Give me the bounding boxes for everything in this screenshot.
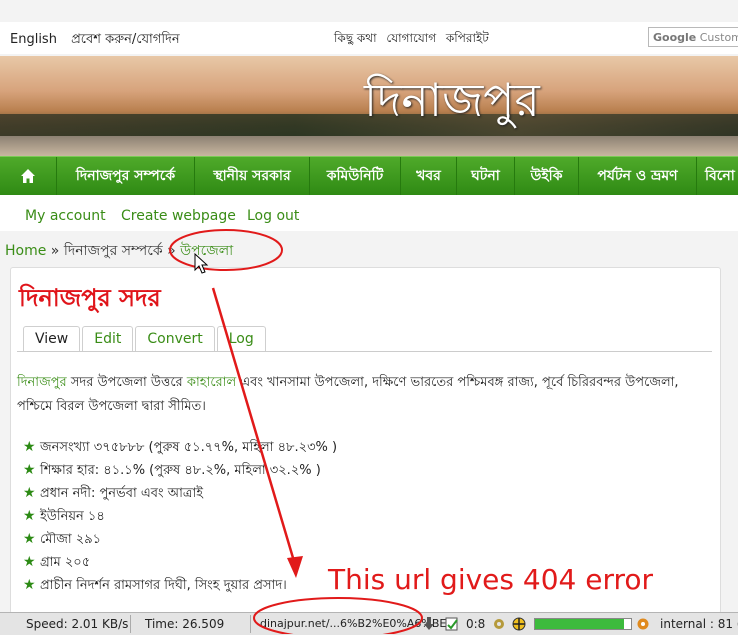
tab-view[interactable]: View — [23, 326, 81, 351]
list-item: ★ প্রাচীন নিদর্শন রামসাগর দিঘী, সিংহ দুয়… — [23, 574, 337, 597]
nav-item-local-govt[interactable]: স্থানীয় সরকার — [195, 157, 310, 195]
google-search-input[interactable]: Google Custom S — [648, 27, 738, 47]
list-item: ★ প্রধান নদী: পুনর্ভবা এবং আত্রাই — [23, 482, 337, 505]
top-left-links: English প্রবেশ করুন/যোগদিন — [10, 30, 190, 51]
site-title[interactable]: দিনাজপুর — [364, 66, 540, 142]
internal-readout: internal : 81 (81 — [660, 617, 738, 631]
language-link[interactable]: English — [10, 32, 57, 47]
time-readout: Time: 26.509 — [145, 617, 225, 631]
star-icon: ★ — [23, 439, 36, 455]
crash-test-icon[interactable] — [512, 617, 526, 634]
list-item: ★ ইউনিয়ন ১৪ — [23, 505, 337, 528]
breadcrumb-sep: » — [167, 243, 176, 259]
connection-count: 0:8 — [466, 617, 486, 631]
download-progress-bar — [534, 618, 632, 630]
page-title: দিনাজপুর সদর — [19, 284, 161, 312]
top-bar: English প্রবেশ করুন/যোগদিন কিছু কথা যোগা… — [0, 22, 738, 54]
main-nav: দিনাজপুর সম্পর্কে স্থানীয় সরকার কমিউনিট… — [0, 156, 738, 196]
status-url: dinajpur.net/...6%B2%E0%A6%BE — [260, 617, 447, 630]
list-item: ★ জনসংখ্যা ৩৭৫৮৮৮ (পুরুষ ৫১.৭৭%, মহিলা ৪৮… — [23, 436, 337, 459]
tab-log[interactable]: Log — [216, 326, 266, 351]
list-item: ★ মৌজা ২৯১ — [23, 528, 337, 551]
fact-literacy: শিক্ষার হার: ৪১.১% (পুরুষ ৪৮.২%, মহিলা ৩… — [40, 463, 321, 478]
nav-item-tourism[interactable]: পর্যটন ও ভ্রমণ — [579, 157, 697, 195]
logout-link[interactable]: Log out — [247, 208, 299, 224]
fact-mouza: মৌজা ২৯১ — [40, 532, 102, 547]
speed-readout: Speed: 2.01 KB/s — [26, 617, 129, 631]
google-logo: Google — [653, 31, 697, 44]
nav-item-wiki[interactable]: উইকি — [515, 157, 579, 195]
copyright-link[interactable]: কপিরাইট — [446, 31, 489, 45]
tab-bar: View Edit Convert Log — [23, 326, 268, 351]
intro-paragraph: দিনাজপুর সদর উপজেলা উত্তরে কাহারোল এবং খ… — [17, 371, 717, 419]
my-account-link[interactable]: My account — [25, 208, 106, 224]
nav-item-about[interactable]: দিনাজপুর সম্পর্কে — [57, 157, 195, 195]
addon-gear-icon[interactable] — [492, 617, 506, 634]
breadcrumb-upazila[interactable]: উপজেলা — [180, 243, 233, 259]
fact-rivers: প্রধান নদী: পুনর্ভবা এবং আত্রাই — [40, 486, 203, 501]
fact-population: জনসংখ্যা ৩৭৫৮৮৮ (পুরুষ ৫১.৭৭%, মহিলা ৪৮.… — [40, 440, 338, 455]
star-icon: ★ — [23, 462, 36, 478]
tab-convert[interactable]: Convert — [135, 326, 215, 351]
google-search-placeholder: Custom S — [699, 31, 738, 44]
intro-text-1: সদর উপজেলা উত্তরে — [66, 375, 187, 390]
home-icon — [21, 169, 35, 183]
tab-divider — [17, 351, 712, 352]
user-links: My account Create webpage Log out — [0, 195, 738, 231]
page-check-icon[interactable] — [445, 617, 459, 634]
facts-list: ★ জনসংখ্যা ৩৭৫৮৮৮ (পুরুষ ৫১.৭৭%, মহিলা ৪৮… — [23, 436, 337, 597]
list-item: ★ শিক্ষার হার: ৪১.১% (পুরুষ ৪৮.২%, মহিলা … — [23, 459, 337, 482]
error-annotation: This url gives 404 error — [328, 563, 654, 596]
star-icon: ★ — [23, 508, 36, 524]
settings-gear-icon[interactable] — [636, 617, 650, 634]
fact-unions: ইউনিয়ন ১৪ — [40, 509, 105, 524]
breadcrumb-sep: » — [50, 243, 60, 259]
about-link[interactable]: কিছু কথা — [334, 31, 377, 45]
star-icon: ★ — [23, 577, 36, 593]
top-center-links: কিছু কথা যোগাযোগ কপিরাইট — [334, 30, 495, 50]
star-icon: ★ — [23, 531, 36, 547]
content-panel: দিনাজপুর সদর View Edit Convert Log দিনাজপুর… — [10, 267, 721, 614]
dinajpur-link[interactable]: দিনাজপুর — [17, 375, 67, 390]
status-bar: Speed: 2.01 KB/s Time: 26.509 dinajpur.n… — [0, 612, 738, 635]
login-link[interactable]: প্রবেশ করুন/যোগদিন — [71, 32, 180, 47]
download-arrow-icon[interactable] — [423, 617, 435, 634]
nav-item-community[interactable]: কমিউনিটি — [310, 157, 401, 195]
kaharol-link[interactable]: কাহারোল — [187, 375, 236, 390]
breadcrumb-home[interactable]: Home — [5, 243, 46, 259]
fact-heritage: প্রাচীন নিদর্শন রামসাগর দিঘী, সিংহ দুয়া… — [40, 578, 287, 593]
star-icon: ★ — [23, 554, 36, 570]
status-divider — [130, 615, 131, 633]
nav-item-events[interactable]: ঘটনা — [457, 157, 515, 195]
nav-item-entertainment[interactable]: বিনো — [697, 157, 738, 195]
breadcrumb-about[interactable]: দিনাজপুর সম্পর্কে — [64, 243, 163, 259]
contact-link[interactable]: যোগাযোগ — [386, 31, 436, 45]
create-webpage-link[interactable]: Create webpage — [121, 208, 236, 224]
status-divider — [250, 615, 251, 633]
tab-edit[interactable]: Edit — [82, 326, 134, 351]
breadcrumb: Home » দিনাজপুর সম্পর্কে » উপজেলা — [5, 239, 233, 263]
download-progress-fill — [535, 619, 625, 629]
list-item: ★ গ্রাম ২০৫ — [23, 551, 337, 574]
star-icon: ★ — [23, 485, 36, 501]
nav-item-news[interactable]: খবর — [401, 157, 457, 195]
nav-home[interactable] — [0, 157, 57, 195]
fact-villages: গ্রাম ২০৫ — [40, 555, 91, 570]
site-banner: দিনাজপুর — [0, 56, 738, 156]
